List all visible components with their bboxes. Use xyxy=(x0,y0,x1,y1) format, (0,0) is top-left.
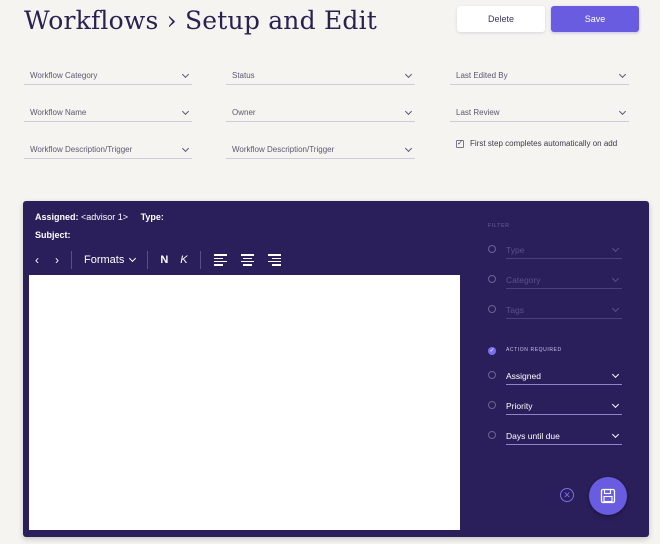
owner-select[interactable]: Owner xyxy=(226,104,415,122)
status-label: Status xyxy=(232,71,255,80)
owner-label: Owner xyxy=(232,108,256,117)
rich-text-editor[interactable] xyxy=(29,275,460,530)
bold-button[interactable]: N xyxy=(154,254,174,266)
assigned-label: Assigned: xyxy=(35,212,79,222)
chevron-left-icon[interactable]: ‹ xyxy=(29,253,45,267)
align-right-icon[interactable] xyxy=(261,254,288,266)
toolbar-divider xyxy=(147,251,149,269)
italic-button[interactable]: K xyxy=(174,254,193,266)
tags-select-label: Tags xyxy=(506,304,524,315)
align-left-icon[interactable] xyxy=(207,254,234,266)
chevron-down-icon xyxy=(404,144,413,152)
status-select[interactable]: Status xyxy=(226,67,415,85)
formats-dropdown[interactable]: Formats xyxy=(78,254,141,266)
filter-header: FILTER xyxy=(488,223,510,229)
workflow-description-label: Workflow Description/Trigger xyxy=(30,145,133,154)
chevron-down-icon xyxy=(611,370,620,378)
auto-complete-checkbox[interactable]: ✓ xyxy=(456,139,464,148)
action-required-option[interactable]: ✓ ACTION REQUIRED xyxy=(488,343,628,363)
close-icon[interactable]: ✕ xyxy=(560,488,574,502)
workflow-description-trigger-select[interactable]: Workflow Description/Trigger xyxy=(226,141,415,159)
assigned-select-label: Assigned xyxy=(506,370,541,381)
chevron-down-icon xyxy=(611,430,620,438)
chevron-down-icon xyxy=(181,107,190,115)
assigned-value: <advisor 1> xyxy=(81,212,129,222)
workflow-description-trigger-label: Workflow Description/Trigger xyxy=(232,145,335,154)
chevron-down-icon xyxy=(611,304,620,312)
assigned-radio[interactable] xyxy=(488,371,496,379)
step-editor-panel: Assigned: <advisor 1> Type: Subject: ‹ ›… xyxy=(23,201,649,537)
workflow-name-select[interactable]: Workflow Name xyxy=(24,104,192,122)
assigned-meta: Assigned: <advisor 1> Type: xyxy=(35,212,164,222)
action-required-radio[interactable]: ✓ xyxy=(488,347,496,355)
delete-button[interactable]: Delete xyxy=(457,6,545,32)
save-step-button[interactable] xyxy=(589,477,627,515)
auto-complete-label: First step completes automatically on ad… xyxy=(470,139,618,148)
chevron-down-icon xyxy=(129,254,137,263)
subject-meta: Subject: xyxy=(35,230,71,240)
chevron-right-icon[interactable]: › xyxy=(49,253,65,267)
chevron-down-icon xyxy=(181,144,190,152)
priority-radio[interactable] xyxy=(488,401,496,409)
page-title: Workflows › Setup and Edit xyxy=(24,6,378,35)
chevron-down-icon xyxy=(404,70,413,78)
workflow-name-label: Workflow Name xyxy=(30,108,87,117)
category-select-label: Category xyxy=(506,274,541,285)
toolbar-divider xyxy=(199,251,201,269)
days-until-due-radio[interactable] xyxy=(488,431,496,439)
priority-select-label: Priority xyxy=(506,400,533,411)
category-select[interactable]: Category xyxy=(506,271,622,289)
category-radio[interactable] xyxy=(488,275,496,283)
type-radio[interactable] xyxy=(488,245,496,253)
chevron-down-icon xyxy=(618,107,627,115)
assigned-select[interactable]: Assigned xyxy=(506,367,622,385)
last-review-label: Last Review xyxy=(456,108,500,117)
align-center-icon[interactable] xyxy=(234,254,261,266)
type-label: Type: xyxy=(140,212,164,222)
last-edited-by-label: Last Edited By xyxy=(456,71,508,80)
days-until-due-select-label: Days until due xyxy=(506,430,560,441)
formats-label: Formats xyxy=(84,254,125,266)
type-select-label: Type xyxy=(506,244,525,255)
workflow-description-select[interactable]: Workflow Description/Trigger xyxy=(24,141,192,159)
subject-label: Subject: xyxy=(35,230,71,240)
workflow-category-label: Workflow Category xyxy=(30,71,98,80)
action-required-label: ACTION REQUIRED xyxy=(506,347,562,353)
chevron-down-icon xyxy=(181,70,190,78)
workflow-category-select[interactable]: Workflow Category xyxy=(24,67,192,85)
floppy-disk-icon xyxy=(600,488,616,504)
chevron-down-icon xyxy=(611,400,620,408)
chevron-down-icon xyxy=(618,70,627,78)
chevron-down-icon xyxy=(404,107,413,115)
last-review-select[interactable]: Last Review xyxy=(450,104,629,122)
days-until-due-select[interactable]: Days until due xyxy=(506,427,622,445)
last-edited-by-select[interactable]: Last Edited By xyxy=(450,67,629,85)
save-button[interactable]: Save xyxy=(551,6,639,32)
chevron-down-icon xyxy=(611,274,620,282)
type-select[interactable]: Type xyxy=(506,241,622,259)
priority-select[interactable]: Priority xyxy=(506,397,622,415)
tags-radio[interactable] xyxy=(488,305,496,313)
editor-toolbar: ‹ › Formats N K xyxy=(29,249,288,271)
chevron-down-icon xyxy=(611,244,620,252)
tags-select[interactable]: Tags xyxy=(506,301,622,319)
auto-complete-option[interactable]: ✓ First step completes automatically on … xyxy=(456,139,617,148)
toolbar-divider xyxy=(71,251,72,269)
